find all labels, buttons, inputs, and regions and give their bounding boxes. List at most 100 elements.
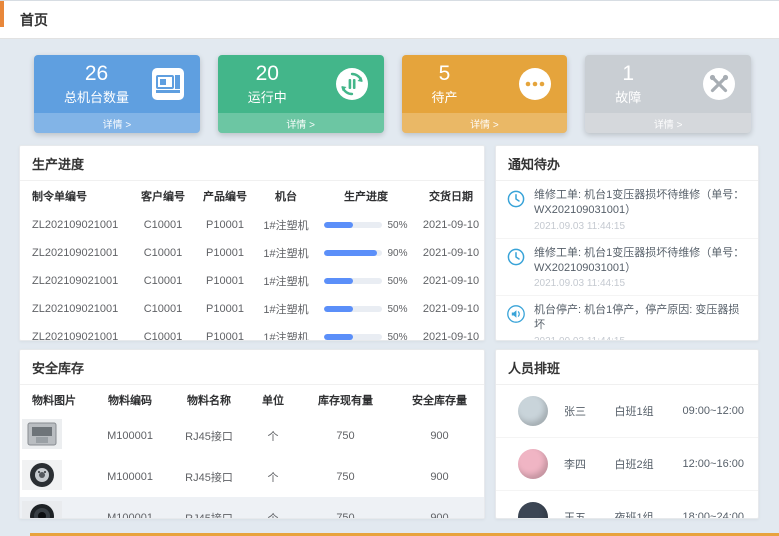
stat-card-waiting[interactable]: 5 待产 详情 > bbox=[402, 55, 568, 133]
cell-delivery-date: 2021-09-10 bbox=[416, 295, 485, 323]
staff-time: 18:00~24:00 bbox=[683, 511, 744, 519]
card-detail-link[interactable]: 详情 > bbox=[585, 113, 751, 133]
notifications-panel: 通知待办 维修工单: 机台1变压器损坏待维修（单号：WX202109031001… bbox=[495, 145, 759, 341]
cell-progress: 50% bbox=[316, 211, 416, 239]
stat-label: 故障 bbox=[615, 87, 641, 106]
progress-fill bbox=[324, 306, 353, 312]
speaker-icon bbox=[506, 304, 526, 324]
table-header-row: 制令单编号 客户编号 产品编号 机台 生产进度 交货日期 bbox=[20, 181, 485, 211]
cell-product-no: P10001 bbox=[194, 239, 256, 267]
round-connector-photo bbox=[22, 460, 62, 493]
progress-bar bbox=[324, 306, 382, 312]
table-row: M100001 RJ45接口 个 750 900 bbox=[20, 497, 485, 519]
cell-customer-no: C10001 bbox=[132, 267, 194, 295]
progress-bar bbox=[324, 278, 382, 284]
col-safety-stock: 安全库存量 bbox=[393, 385, 485, 415]
progress-bar bbox=[324, 334, 382, 340]
table-row: ZL202109021001 C10001 P10001 1#注塑机 50% 2… bbox=[20, 323, 485, 341]
staff-name: 王五 bbox=[564, 509, 615, 519]
cell-material-code: M100001 bbox=[90, 497, 170, 519]
staff-time: 09:00~12:00 bbox=[683, 405, 744, 417]
cell-material-code: M100001 bbox=[90, 456, 170, 497]
notification-item[interactable]: 维修工单: 机台1变压器损坏待维修（单号：WX202109031001） 202… bbox=[496, 181, 758, 239]
notification-item[interactable]: 维修工单: 机台1变压器损坏待维修（单号：WX202109031001） 202… bbox=[496, 239, 758, 297]
progress-percent: 50% bbox=[387, 276, 407, 287]
speaker-photo bbox=[22, 501, 62, 519]
col-unit: 单位 bbox=[248, 385, 298, 415]
cell-machine: 1#注塑机 bbox=[256, 267, 316, 295]
panel-title-production: 生产进度 bbox=[20, 146, 484, 181]
progress-percent: 90% bbox=[387, 248, 407, 259]
cell-customer-no: C10001 bbox=[132, 239, 194, 267]
avatar bbox=[518, 449, 548, 479]
stat-text: 1 故障 bbox=[615, 62, 641, 106]
cell-current-stock: 750 bbox=[298, 497, 393, 519]
staff-shift: 白班2组 bbox=[615, 456, 683, 472]
stat-card-fault[interactable]: 1 故障 详情 > bbox=[585, 55, 751, 133]
cell-delivery-date: 2021-09-10 bbox=[416, 239, 485, 267]
notification-time: 2021.09.03 11:44:15 bbox=[534, 221, 748, 232]
cell-product-no: P10001 bbox=[194, 323, 256, 341]
progress-percent: 50% bbox=[387, 332, 407, 342]
notification-text: 机台停产: 机台1停产，停产原因: 变压器损坏 bbox=[534, 303, 748, 333]
cell-delivery-date: 2021-09-10 bbox=[416, 267, 485, 295]
cell-delivery-date: 2021-09-10 bbox=[416, 211, 485, 239]
cell-progress: 50% bbox=[316, 267, 416, 295]
staff-time: 12:00~16:00 bbox=[683, 458, 744, 470]
cell-delivery-date: 2021-09-10 bbox=[416, 323, 485, 341]
cell-machine: 1#注塑机 bbox=[256, 323, 316, 341]
table-row: ZL202109021001 C10001 P10001 1#注塑机 50% 2… bbox=[20, 211, 485, 239]
stat-text: 20 运行中 bbox=[248, 62, 287, 106]
machine-icon bbox=[150, 66, 186, 102]
top-bar: 首页 bbox=[0, 1, 779, 39]
cell-progress: 50% bbox=[316, 323, 416, 341]
col-material-code: 物料编码 bbox=[90, 385, 170, 415]
col-current-stock: 库存现有量 bbox=[298, 385, 393, 415]
fault-tools-icon bbox=[701, 66, 737, 102]
card-detail-link[interactable]: 详情 > bbox=[218, 113, 384, 133]
stat-value: 5 bbox=[432, 62, 458, 85]
card-detail-link[interactable]: 详情 > bbox=[34, 113, 200, 133]
notification-item[interactable]: 机台停产: 机台1停产，停产原因: 变压器损坏 2021.09.03 11:44… bbox=[496, 296, 758, 341]
stat-label: 总机台数量 bbox=[64, 87, 129, 106]
stat-cards-row: 26 总机台数量 详情 > 20 运行中 bbox=[0, 39, 779, 145]
col-delivery-date: 交货日期 bbox=[416, 181, 485, 211]
cell-customer-no: C10001 bbox=[132, 211, 194, 239]
table-row: ZL202109021001 C10001 P10001 1#注塑机 90% 2… bbox=[20, 239, 485, 267]
stat-card-running[interactable]: 20 运行中 详情 > bbox=[218, 55, 384, 133]
stat-value: 26 bbox=[64, 62, 129, 85]
notification-text: 维修工单: 机台1变压器损坏待维修（单号：WX202109031001） bbox=[534, 246, 748, 276]
cell-order-no: ZL202109021001 bbox=[20, 211, 132, 239]
notification-time: 2021.09.03 11:44:15 bbox=[534, 336, 748, 341]
table-row: ZL202109021001 C10001 P10001 1#注塑机 50% 2… bbox=[20, 295, 485, 323]
cell-material-name: RJ45接口 bbox=[170, 415, 248, 456]
stat-value: 20 bbox=[248, 62, 287, 85]
cell-machine: 1#注塑机 bbox=[256, 239, 316, 267]
stat-card-total-machines[interactable]: 26 总机台数量 详情 > bbox=[34, 55, 200, 133]
cell-unit: 个 bbox=[248, 415, 298, 456]
col-order-no: 制令单编号 bbox=[20, 181, 132, 211]
staff-row: 王五 夜班1组 18:00~24:00 bbox=[496, 491, 758, 519]
cell-material-image bbox=[20, 456, 90, 497]
cell-safety-stock: 900 bbox=[393, 456, 485, 497]
breadcrumb-home[interactable]: 首页 bbox=[20, 10, 48, 30]
cell-material-image bbox=[20, 415, 90, 456]
progress-fill bbox=[324, 222, 353, 228]
table-row: ZL202109021001 C10001 P10001 1#注塑机 50% 2… bbox=[20, 267, 485, 295]
cell-customer-no: C10001 bbox=[132, 323, 194, 341]
cell-current-stock: 750 bbox=[298, 456, 393, 497]
card-detail-link[interactable]: 详情 > bbox=[402, 113, 568, 133]
cell-safety-stock: 900 bbox=[393, 415, 485, 456]
staff-schedule-panel: 人员排班 张三 白班1组 09:00~12:00 李四 白班2组 12:00~1… bbox=[495, 349, 759, 519]
progress-percent: 50% bbox=[387, 304, 407, 315]
progress-bar bbox=[324, 222, 382, 228]
production-progress-panel: 生产进度 制令单编号 客户编号 产品编号 机台 生产进度 交货日期 ZL2021… bbox=[19, 145, 485, 341]
stat-text: 26 总机台数量 bbox=[64, 62, 129, 106]
col-customer-no: 客户编号 bbox=[132, 181, 194, 211]
cell-product-no: P10001 bbox=[194, 295, 256, 323]
col-machine: 机台 bbox=[256, 181, 316, 211]
inventory-table: 物料图片 物料编码 物料名称 单位 库存现有量 安全库存量 bbox=[20, 385, 485, 519]
rj45-connector-photo bbox=[22, 419, 62, 452]
cell-safety-stock: 900 bbox=[393, 497, 485, 519]
clock-icon bbox=[506, 189, 526, 209]
